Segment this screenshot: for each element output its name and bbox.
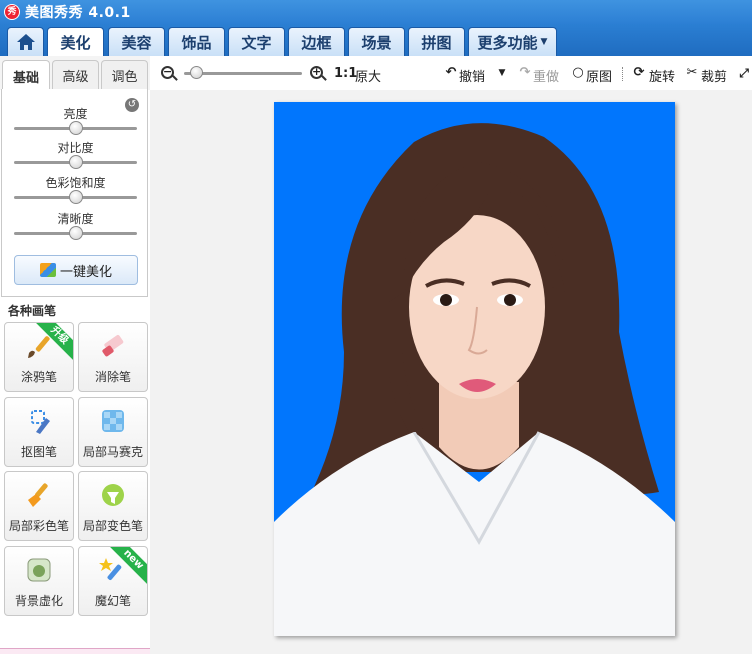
- contrast-slider-thumb[interactable]: [68, 155, 83, 169]
- eraser-brush-label: 消除笔: [94, 370, 131, 384]
- tab-more-label: 更多功能: [477, 33, 538, 52]
- cutout-pen-icon: [31, 410, 50, 434]
- color-brush-label: 局部彩色笔: [8, 519, 69, 533]
- tab-text[interactable]: 文字: [228, 27, 285, 56]
- original-image-icon[interactable]: ○: [571, 66, 585, 80]
- home-icon: [16, 34, 35, 50]
- auto-enhance-icon: [39, 263, 56, 277]
- zoom-slider-thumb[interactable]: [189, 66, 203, 79]
- auto-enhance-button[interactable]: 一键美化: [14, 255, 138, 285]
- app-title: 美图秀秀 4.0.1: [25, 5, 131, 21]
- saturation-slider-thumb[interactable]: [68, 190, 83, 204]
- undo-icon[interactable]: ↶: [444, 66, 458, 80]
- undo-button[interactable]: 撤销: [459, 66, 485, 85]
- contrast-label: 对比度: [57, 141, 94, 155]
- saturation-label: 色彩饱和度: [45, 176, 106, 190]
- adjust-subtabs: 基础 高级 调色: [0, 56, 150, 91]
- tab-scenes[interactable]: 场景: [348, 27, 405, 56]
- tab-collage[interactable]: 拼图: [408, 27, 465, 56]
- color-brush-icon: [28, 483, 48, 507]
- contrast-slider[interactable]: [14, 155, 137, 169]
- color-brush-tile[interactable]: 局部彩色笔: [4, 471, 74, 541]
- brightness-slider[interactable]: [14, 121, 137, 135]
- crop-button[interactable]: 裁剪: [701, 66, 727, 85]
- image-toolbar: − + 1:1 原大 ↶ 撤销 ▼ ↷ 重做 ○ 原图 ⟳ 旋转 ✂ 裁剪 ⤢: [152, 58, 752, 90]
- subtab-advanced[interactable]: 高级: [52, 60, 99, 90]
- home-button[interactable]: [7, 27, 44, 56]
- subtab-color[interactable]: 调色: [101, 60, 148, 90]
- crop-scissors-icon[interactable]: ✂: [685, 66, 699, 80]
- sharpness-slider-thumb[interactable]: [68, 226, 83, 240]
- eraser-icon: [102, 334, 124, 357]
- mosaic-brush-tile[interactable]: 局部马赛克: [78, 397, 148, 467]
- sharpness-slider[interactable]: [14, 226, 137, 240]
- sharpness-label: 清晰度: [57, 212, 94, 226]
- redo-icon: ↷: [519, 65, 531, 80]
- toolbar-divider: [622, 67, 623, 81]
- eraser-brush-tile[interactable]: 消除笔: [78, 322, 148, 392]
- brightness-label: 亮度: [63, 107, 88, 121]
- saturation-slider[interactable]: [14, 190, 137, 204]
- cutout-brush-label: 抠图笔: [20, 445, 57, 459]
- brightness-slider-thumb[interactable]: [68, 121, 83, 135]
- color-change-brush-label: 局部变色笔: [82, 519, 143, 533]
- subtab-basic[interactable]: 基础: [2, 60, 50, 91]
- title-bar: 秀 美图秀秀 4.0.1: [0, 0, 752, 24]
- mosaic-brush-label: 局部马赛克: [82, 445, 143, 459]
- original-size-button[interactable]: 原大: [355, 66, 381, 85]
- background-blur-icon: [27, 558, 51, 582]
- brushes-section-title: 各种画笔: [8, 304, 57, 318]
- mosaic-icon: [102, 410, 124, 432]
- resize-icon[interactable]: ⤢: [737, 66, 751, 80]
- app-logo-icon: 秀: [4, 4, 20, 20]
- tab-beauty[interactable]: 美容: [108, 27, 165, 56]
- background-blur-tile[interactable]: 背景虚化: [4, 546, 74, 616]
- basic-adjust-panel: ↺ 亮度 对比度 色彩饱和度 清晰度 一键美化: [1, 89, 148, 297]
- zoom-slider[interactable]: [184, 66, 302, 79]
- color-change-brush-tile[interactable]: 局部变色笔: [78, 471, 148, 541]
- magic-pen-tile[interactable]: new 魔幻笔: [78, 546, 148, 616]
- background-blur-label: 背景虚化: [14, 594, 63, 608]
- actual-size-ratio[interactable]: 1:1: [334, 66, 357, 81]
- auto-enhance-label: 一键美化: [59, 264, 112, 280]
- zoom-out-icon[interactable]: −: [161, 65, 174, 79]
- caret-down-icon: ▼: [540, 37, 548, 47]
- doodle-brush-label: 涂鸦笔: [20, 370, 57, 384]
- redo-button: 重做: [533, 70, 560, 85]
- cutout-brush-tile[interactable]: 抠图笔: [4, 397, 74, 467]
- tab-more-features[interactable]: 更多功能 ▼: [468, 27, 557, 56]
- tab-frames[interactable]: 边框: [288, 27, 345, 56]
- doodle-brush-tile[interactable]: 升级 涂鸦笔: [4, 322, 74, 392]
- original-image-button[interactable]: 原图: [586, 66, 612, 85]
- magic-pen-label: 魔幻笔: [94, 594, 131, 608]
- tab-beautify[interactable]: 美化: [47, 27, 104, 57]
- main-tab-bar: 美化 美容 饰品 文字 边框 场景 拼图 更多功能 ▼: [0, 24, 752, 57]
- zoom-in-icon[interactable]: +: [310, 65, 323, 79]
- undo-history-caret-icon[interactable]: ▼: [495, 66, 509, 80]
- rotate-icon[interactable]: ⟳: [632, 66, 646, 80]
- portrait-photo: [274, 102, 675, 636]
- tab-accessories[interactable]: 饰品: [168, 27, 225, 56]
- bottom-strip: [0, 648, 150, 654]
- edited-photo[interactable]: [274, 102, 675, 636]
- color-change-icon: [102, 484, 124, 506]
- rotate-button[interactable]: 旋转: [649, 66, 675, 85]
